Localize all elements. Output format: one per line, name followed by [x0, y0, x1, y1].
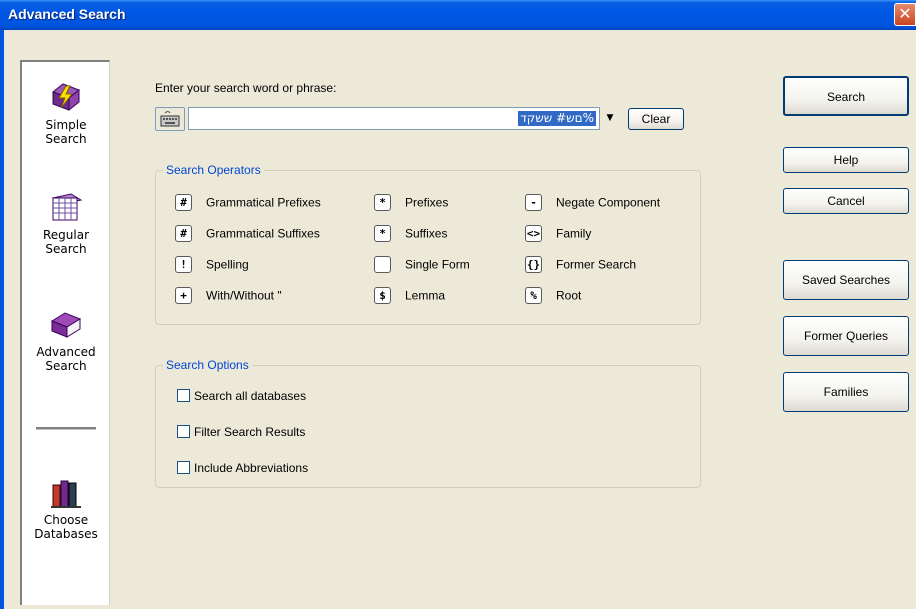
sidebar-item-advanced-search[interactable]: Advanced Search	[22, 307, 110, 373]
sidebar-label: Regular	[42, 228, 90, 242]
sidebar-label: Search	[45, 242, 87, 256]
asterisk-icon: *	[374, 225, 391, 242]
minus-icon: -	[525, 194, 542, 211]
clear-button-label: Clear	[641, 112, 671, 126]
operator-family[interactable]: <> Family	[525, 225, 591, 242]
sidebar-divider	[36, 427, 96, 430]
purple-book-icon	[50, 312, 82, 338]
sidebar-label: Search	[45, 359, 87, 373]
option-include-abbreviations[interactable]: Include Abbreviations	[177, 460, 308, 475]
families-button[interactable]: Families	[783, 372, 909, 412]
hash-icon: #	[175, 225, 192, 242]
close-icon: ✕	[898, 4, 912, 23]
include-abbreviations-checkbox[interactable]	[177, 461, 190, 475]
option-search-all-databases[interactable]: Search all databases	[177, 388, 306, 403]
operator-root[interactable]: % Root	[525, 287, 581, 304]
sidebar-label: Search	[45, 132, 87, 146]
keyboard-icon	[160, 111, 180, 127]
braces-icon: {}	[525, 256, 542, 273]
option-filter-search-results[interactable]: Filter Search Results	[177, 424, 305, 439]
chevron-down-icon: ▼	[606, 113, 614, 123]
search-options-legend: Search Options	[163, 358, 252, 372]
operator-single-form[interactable]: Single Form	[374, 256, 470, 273]
hash-icon: #	[175, 194, 192, 211]
exclamation-icon: !	[175, 256, 192, 273]
close-button[interactable]: ✕	[894, 3, 916, 26]
sidebar-label: Choose	[43, 513, 89, 527]
cancel-button[interactable]: Cancel	[783, 188, 909, 214]
dollar-icon: $	[374, 287, 391, 304]
filter-search-results-checkbox[interactable]	[177, 425, 190, 439]
operator-prefixes[interactable]: * Prefixes	[374, 194, 448, 211]
window-frame-left	[0, 30, 4, 609]
search-operators-legend: Search Operators	[163, 163, 264, 177]
search-input[interactable]: םש# ששקד%	[188, 107, 600, 130]
sidebar-label: Databases	[34, 527, 98, 541]
operator-former-search[interactable]: {} Former Search	[525, 256, 636, 273]
operator-suffixes[interactable]: * Suffixes	[374, 225, 447, 242]
operator-lemma[interactable]: $ Lemma	[374, 287, 445, 304]
virtual-keyboard-button[interactable]	[155, 107, 185, 131]
asterisk-icon: *	[374, 194, 391, 211]
clear-button[interactable]: Clear	[628, 108, 684, 130]
lightning-icon	[52, 83, 80, 112]
plus-icon: +	[175, 287, 192, 304]
sidebar-label: Simple	[45, 118, 87, 132]
sidebar-item-simple-search[interactable]: Simple Search	[22, 80, 110, 146]
sidebar-label: Advanced	[36, 345, 96, 359]
books-icon	[51, 480, 81, 508]
operator-grammatical-suffixes[interactable]: # Grammatical Suffixes	[175, 225, 320, 242]
grid-calendar-icon	[51, 193, 83, 221]
angle-brackets-icon: <>	[525, 225, 542, 242]
blank-icon	[374, 256, 391, 273]
percent-icon: %	[525, 287, 542, 304]
former-queries-button[interactable]: Former Queries	[783, 316, 909, 356]
search-prompt-label: Enter your search word or phrase:	[155, 81, 337, 95]
title-bar: Advanced Search ✕	[0, 0, 916, 30]
help-button[interactable]: Help	[783, 147, 909, 173]
hebrew-selected-text: םש# ששקד%	[518, 111, 596, 126]
saved-searches-button[interactable]: Saved Searches	[783, 260, 909, 300]
sidebar-item-regular-search[interactable]: Regular Search	[22, 190, 110, 256]
search-all-databases-checkbox[interactable]	[177, 389, 190, 403]
sidebar: Simple Search Regular Search Advanced Se…	[20, 60, 110, 605]
operator-negate-component[interactable]: - Negate Component	[525, 194, 660, 211]
window-title: Advanced Search	[8, 6, 126, 22]
search-button[interactable]: Search	[783, 76, 909, 116]
search-history-dropdown[interactable]: ▼	[601, 108, 619, 129]
sidebar-item-choose-databases[interactable]: Choose Databases	[22, 475, 110, 541]
operator-grammatical-prefixes[interactable]: # Grammatical Prefixes	[175, 194, 321, 211]
operator-spelling[interactable]: ! Spelling	[175, 256, 249, 273]
operator-with-without[interactable]: + With/Without "	[175, 287, 282, 304]
